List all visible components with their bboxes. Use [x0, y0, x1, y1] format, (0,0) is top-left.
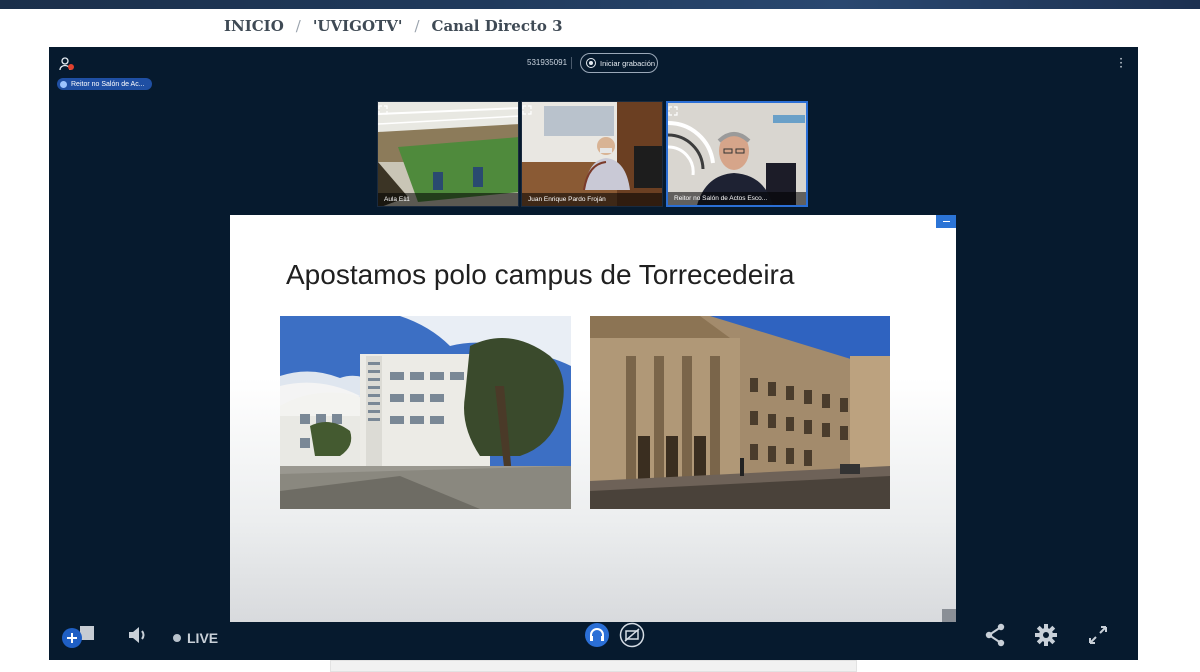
- browser-top-bar: [0, 0, 1200, 9]
- screen-share-icon[interactable]: [619, 622, 645, 648]
- participant-video-reitor[interactable]: Reitor no Salón de Actos Esco...: [666, 101, 808, 207]
- volume-icon[interactable]: [127, 625, 149, 645]
- player-controls: LIVE: [49, 610, 1138, 660]
- presentation-slide: Apostamos polo campus de Torrecedeira: [230, 215, 956, 622]
- presenter-icon: [60, 80, 67, 88]
- expand-icon[interactable]: [668, 106, 678, 116]
- fullscreen-icon[interactable]: [1088, 625, 1108, 645]
- participant-video-aula[interactable]: Aula E11: [377, 101, 519, 207]
- breadcrumb-home[interactable]: INICIO: [224, 17, 284, 35]
- kebab-menu-icon[interactable]: · · ·: [1118, 53, 1124, 73]
- live-dot: [173, 634, 181, 642]
- expand-icon[interactable]: [378, 105, 388, 115]
- live-label: LIVE: [187, 630, 219, 646]
- record-label: Iniciar grabación: [600, 58, 656, 68]
- breadcrumb-current: Canal Directo 3: [431, 17, 563, 35]
- meeting-header: 531935091 Iniciar grabación · · · Reitor n…: [49, 47, 1138, 90]
- participant-video-juan[interactable]: Juan Enrique Pardo Froján: [521, 101, 663, 207]
- users-icon[interactable]: [59, 56, 75, 72]
- presenter-badge: Reitor no Salón de Ac...: [57, 78, 152, 90]
- campus-photo-historic: [590, 316, 890, 509]
- slide-title: Apostamos polo campus de Torrecedeira: [286, 259, 795, 290]
- gear-icon[interactable]: [1035, 624, 1057, 646]
- headphones-icon[interactable]: [584, 622, 610, 648]
- breadcrumb-separator: /: [295, 17, 301, 35]
- participant-name: Juan Enrique Pardo Froján: [522, 193, 662, 206]
- breadcrumb-uvigotv[interactable]: 'UVIGOTV': [313, 17, 403, 35]
- expand-icon[interactable]: [522, 105, 532, 115]
- presenter-name: Reitor no Salón de Ac...: [71, 80, 145, 88]
- record-icon: [586, 58, 596, 68]
- add-icon[interactable]: [62, 624, 98, 650]
- video-player[interactable]: 531935091 Iniciar grabación · · · Reitor n…: [49, 47, 1138, 660]
- participant-name: Aula E11: [378, 193, 518, 206]
- minimize-presentation-button[interactable]: [936, 215, 956, 228]
- below-player-strip: [330, 660, 857, 672]
- breadcrumb-separator: /: [414, 17, 420, 35]
- campus-photo-modern: [280, 316, 571, 509]
- header-divider: [571, 57, 572, 69]
- meeting-id: 531935091: [527, 58, 568, 67]
- participant-name: Reitor no Salón de Actos Esco...: [668, 192, 806, 205]
- live-indicator: LIVE: [173, 630, 218, 646]
- share-icon[interactable]: [984, 623, 1006, 647]
- breadcrumb: INICIO / 'UVIGOTV' / Canal Directo 3: [224, 16, 563, 36]
- record-button[interactable]: Iniciar grabación: [580, 53, 658, 73]
- speaker-video: [522, 102, 662, 206]
- classroom-video: [378, 102, 518, 206]
